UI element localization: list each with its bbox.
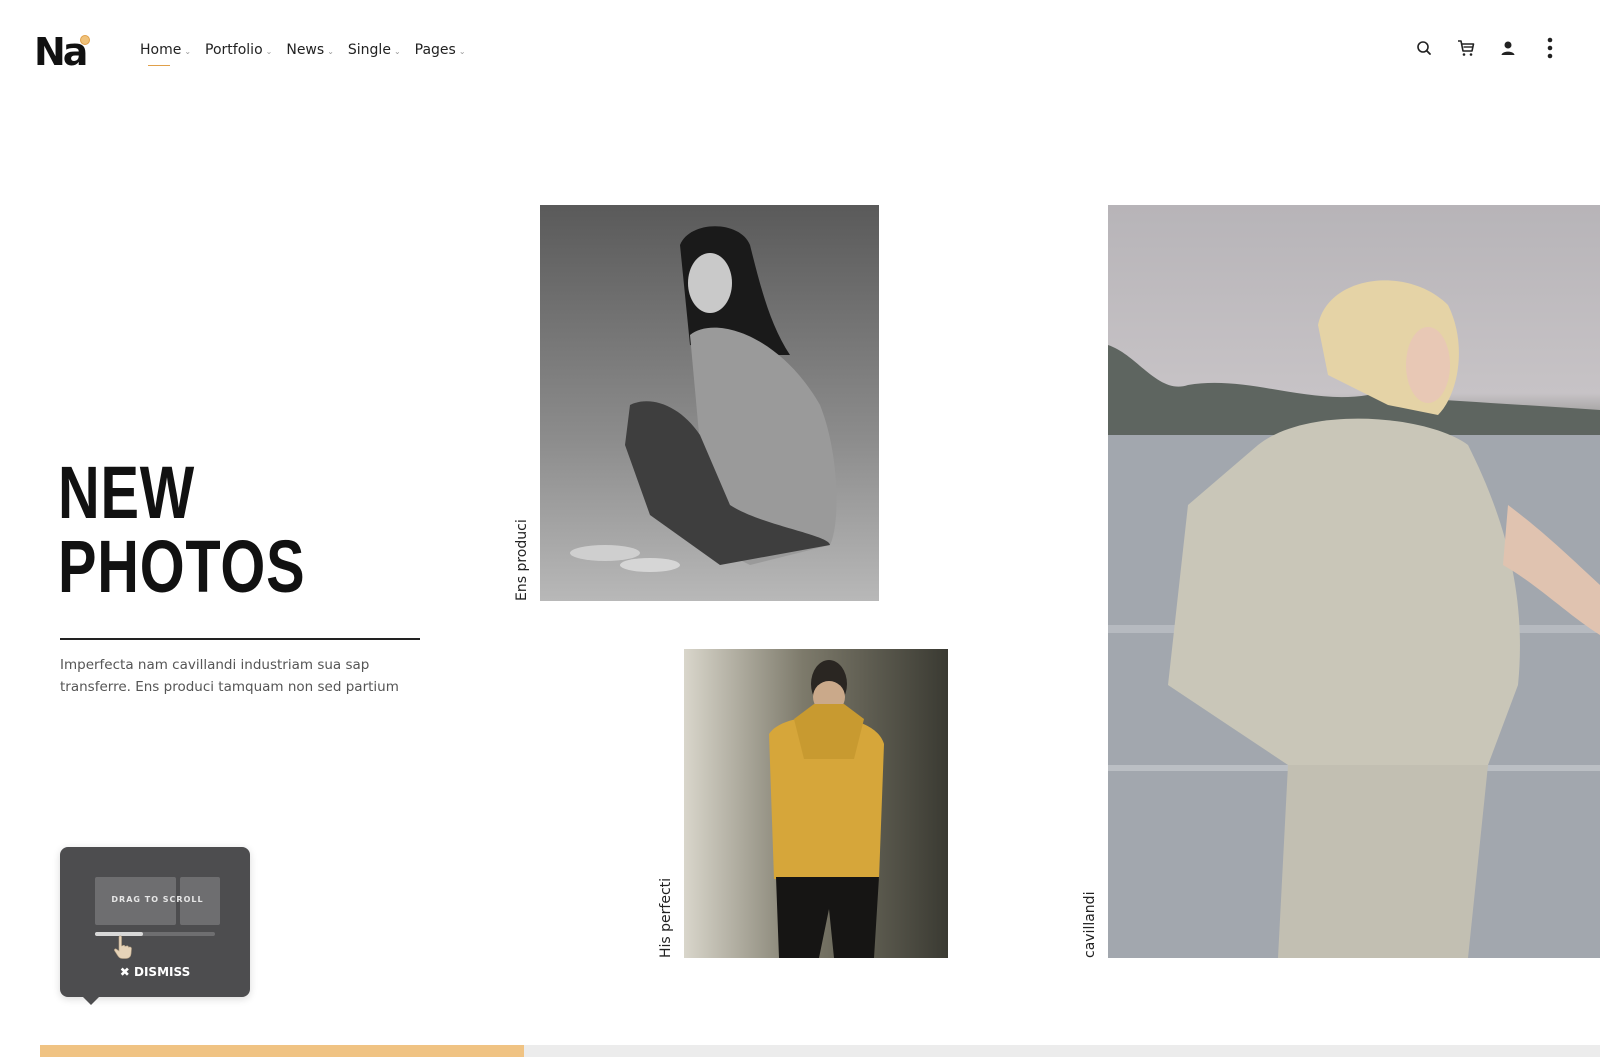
- tooltip-label: DRAG TO SCROLL: [111, 895, 204, 904]
- page: Na Home ⌄ Portfolio ⌄ News ⌄ Single ⌄ Pa…: [0, 0, 1600, 1057]
- page-title: NEW PHOTOS: [58, 456, 305, 604]
- photo-1[interactable]: [540, 205, 879, 601]
- header-icons: [1414, 37, 1560, 59]
- photo-2-caption: His perfecti: [658, 877, 674, 958]
- chevron-down-icon: ⌄: [327, 46, 334, 56]
- nav-item-label: News: [286, 42, 325, 58]
- photo-3-image: [1108, 205, 1600, 958]
- chevron-down-icon: ⌄: [393, 46, 401, 56]
- photo-3-caption: cavillandi: [1082, 891, 1098, 958]
- nav-item-label: Pages: [414, 42, 456, 58]
- photo-2-image: [684, 649, 948, 958]
- photo-1-caption: Ens produci: [514, 519, 530, 601]
- active-underline: [148, 65, 170, 66]
- logo[interactable]: Na: [34, 32, 98, 72]
- nav-item-portfolio[interactable]: Portfolio ⌄: [205, 42, 272, 58]
- more-vertical-icon[interactable]: [1540, 37, 1560, 59]
- hand-pointer-icon: [112, 935, 132, 963]
- scrollbar-thumb[interactable]: [40, 1045, 524, 1057]
- intro-text: Imperfecta nam cavillandi industriam sua…: [60, 657, 399, 695]
- main-nav: Home ⌄ Portfolio ⌄ News ⌄ Single ⌄ Pages…: [140, 42, 466, 66]
- title-line-2: PHOTOS: [58, 525, 306, 608]
- nav-item-pages[interactable]: Pages ⌄: [415, 42, 466, 58]
- search-icon[interactable]: [1414, 38, 1434, 58]
- cart-icon[interactable]: [1456, 38, 1476, 58]
- nav-item-label: Home: [140, 42, 182, 58]
- horizontal-scrollbar[interactable]: [40, 1045, 1600, 1057]
- nav-item-home[interactable]: Home ⌄: [140, 42, 192, 66]
- nav-item-label: Portfolio: [205, 42, 263, 58]
- user-icon[interactable]: [1498, 38, 1518, 58]
- dismiss-button[interactable]: ✖ DISMISS: [60, 965, 250, 979]
- chevron-down-icon: ⌄: [184, 46, 192, 56]
- logo-text: Na: [34, 30, 88, 74]
- title-line-1: NEW: [58, 451, 196, 534]
- photo-1-image: [540, 205, 879, 601]
- nav-item-label: Single: [347, 42, 391, 58]
- logo-dot: [80, 35, 90, 45]
- chevron-down-icon: ⌄: [458, 46, 466, 56]
- nav-item-single[interactable]: Single ⌄: [348, 42, 401, 58]
- photo-2[interactable]: [684, 649, 948, 958]
- chevron-down-icon: ⌄: [265, 46, 273, 56]
- drag-to-scroll-tooltip: DRAG TO SCROLL ✖ DISMISS: [60, 847, 250, 1005]
- photo-3[interactable]: [1108, 205, 1600, 958]
- nav-item-news[interactable]: News ⌄: [286, 42, 334, 58]
- title-divider: [60, 638, 420, 640]
